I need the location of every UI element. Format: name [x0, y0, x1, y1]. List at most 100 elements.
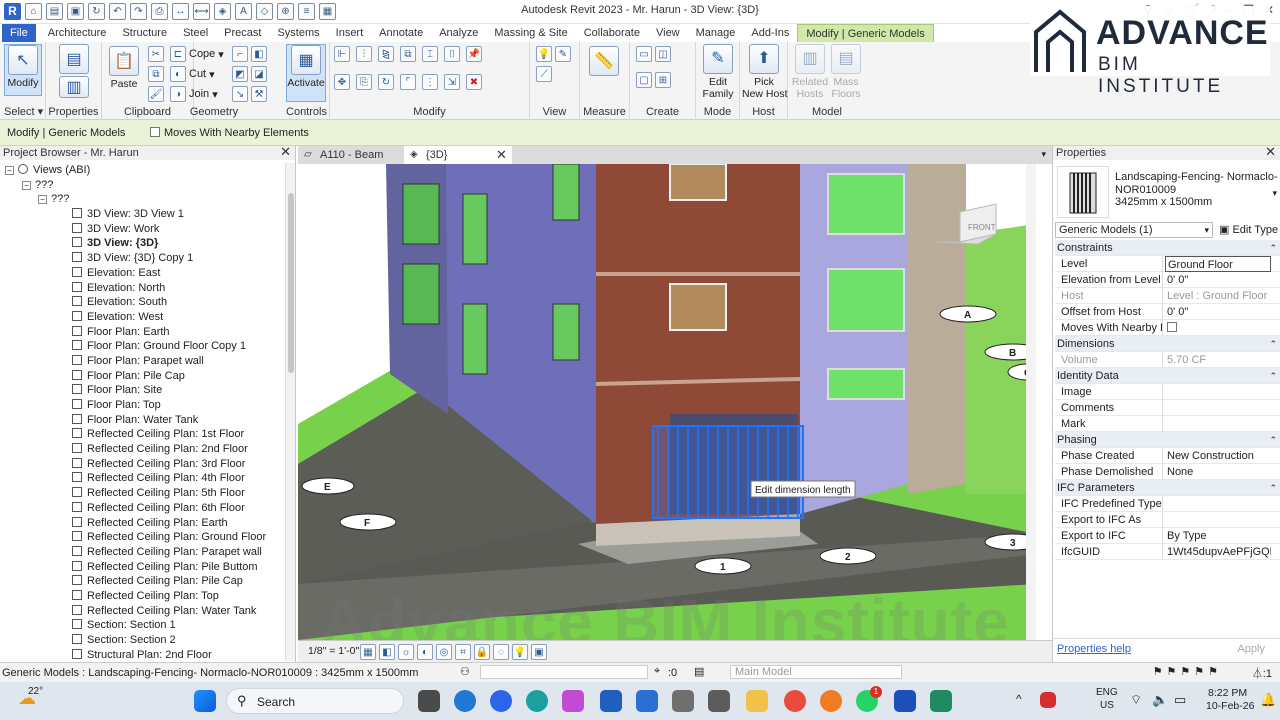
- cope-button[interactable]: ⊏ Cope ▾: [170, 46, 224, 62]
- view-tab-3d[interactable]: ◈ {3D} ✕: [404, 146, 512, 164]
- language-2[interactable]: US: [1100, 700, 1114, 711]
- tree-view-item[interactable]: Floor Plan: Parapet wall: [0, 354, 286, 369]
- move-icon[interactable]: ✥: [334, 74, 350, 90]
- tree-view-item[interactable]: Reflected Ceiling Plan: 2nd Floor: [0, 442, 286, 457]
- clock-time[interactable]: 8:22 PM: [1208, 687, 1247, 699]
- workset-dropdown[interactable]: [480, 665, 648, 679]
- tree-view-item[interactable]: Floor Plan: Site: [0, 383, 286, 398]
- chrome-icon[interactable]: [784, 690, 806, 712]
- selection-filter-icons[interactable]: ⚑⚑⚑⚑⚑: [1153, 665, 1222, 678]
- 3d-viewport[interactable]: FRONT A B C E F 1 2 3 Edit dimension len…: [298, 164, 1036, 640]
- tree-view-item[interactable]: Reflected Ceiling Plan: 4th Floor: [0, 471, 286, 486]
- detail-level-icon[interactable]: ▦: [360, 644, 376, 660]
- pin-icon[interactable]: 📌: [466, 46, 482, 62]
- ifc-export-value[interactable]: By Type: [1165, 528, 1271, 544]
- mirror-axis-icon[interactable]: ⧎: [378, 46, 394, 62]
- tree-view-item[interactable]: Floor Plan: Ground Floor Copy 1: [0, 339, 286, 354]
- tree-view-item[interactable]: Elevation: East: [0, 266, 286, 281]
- check-app-icon[interactable]: [490, 690, 512, 712]
- copy-to-clipboard-button[interactable]: ⧉: [148, 66, 164, 82]
- tree-group-2[interactable]: −???: [0, 192, 286, 207]
- shadows-icon[interactable]: ◐: [417, 644, 433, 660]
- trim-icon[interactable]: ⌜: [400, 74, 416, 90]
- measure-button[interactable]: 📏: [588, 46, 620, 78]
- group-constraints[interactable]: Constraints ⌃: [1055, 240, 1280, 256]
- tab-structure[interactable]: Structure: [114, 24, 175, 42]
- tree-view-item[interactable]: Reflected Ceiling Plan: Pile Cap: [0, 574, 286, 589]
- filter-icon[interactable]: ⏃:1: [1252, 665, 1272, 681]
- delete-icon[interactable]: ✖: [466, 74, 482, 90]
- phase-created-value[interactable]: New Construction: [1165, 448, 1271, 464]
- hide-icon[interactable]: ◌: [493, 644, 509, 660]
- tray-app-icon[interactable]: [1040, 692, 1056, 708]
- type-dropdown-icon[interactable]: ▾: [1272, 188, 1277, 199]
- task-view-icon[interactable]: [418, 690, 440, 712]
- tabs-menu-icon[interactable]: ▾: [1041, 149, 1046, 160]
- selected-fence[interactable]: [652, 425, 804, 519]
- bulb-icon[interactable]: 💡: [536, 46, 552, 62]
- tree-view-item[interactable]: Floor Plan: Earth: [0, 325, 286, 340]
- notifications-icon[interactable]: 🔔: [1260, 692, 1276, 708]
- tab-add-ins[interactable]: Add-Ins: [743, 24, 797, 42]
- rotate-icon[interactable]: ↻: [378, 74, 394, 90]
- close-tab-icon[interactable]: ✕: [496, 146, 507, 164]
- render-icon[interactable]: ◎: [436, 644, 452, 660]
- lock-view-icon[interactable]: 🔒: [474, 644, 490, 660]
- start-icon[interactable]: [194, 690, 216, 712]
- pick-new-host-button[interactable]: ⬆ Pick New Host: [742, 44, 788, 100]
- ifc-type-value[interactable]: [1165, 496, 1271, 512]
- tree-view-item[interactable]: Elevation: South: [0, 295, 286, 310]
- prop-offset[interactable]: Offset from Host 0' 0": [1055, 304, 1280, 320]
- split-icon[interactable]: ⌶: [422, 46, 438, 62]
- tree-view-item[interactable]: 3D View: 3D View 1: [0, 207, 286, 222]
- edit-family-button[interactable]: ✎ Edit Family: [700, 44, 736, 100]
- prop-phase-created[interactable]: Phase Created New Construction: [1055, 448, 1280, 464]
- edge-icon[interactable]: [526, 690, 548, 712]
- tab-architecture[interactable]: Architecture: [40, 24, 115, 42]
- tree-view-item[interactable]: Reflected Ceiling Plan: Ground Floor: [0, 530, 286, 545]
- offset-value[interactable]: 0' 0": [1165, 304, 1271, 320]
- checkbox-box[interactable]: [1167, 322, 1177, 332]
- collapse-group-icon[interactable]: ⌃: [1269, 480, 1277, 496]
- reveal-icon[interactable]: 💡: [512, 644, 528, 660]
- group-identity[interactable]: Identity Data ⌃: [1055, 368, 1280, 384]
- group-ifc[interactable]: IFC Parameters ⌃: [1055, 480, 1280, 496]
- level-value[interactable]: Ground Floor: [1165, 256, 1271, 272]
- tab-manage[interactable]: Manage: [688, 24, 744, 42]
- tree-view-item[interactable]: Reflected Ceiling Plan: 3rd Floor: [0, 457, 286, 472]
- design-option-dropdown[interactable]: Main Model: [730, 665, 902, 679]
- type-properties-button[interactable]: ▤: [58, 44, 90, 76]
- view-tab-a110-beam[interactable]: ▱ A110 - Beam: [298, 146, 404, 164]
- panel-select-label[interactable]: Select ▾: [4, 105, 49, 118]
- prop-image[interactable]: Image: [1055, 384, 1280, 400]
- create-similar-icon[interactable]: ⊞: [655, 72, 671, 88]
- analysis-icon[interactable]: ▣: [531, 644, 547, 660]
- crop-icon[interactable]: ⌗: [455, 644, 471, 660]
- tree-view-item[interactable]: Reflected Ceiling Plan: Pile Buttom: [0, 560, 286, 575]
- tree-view-item[interactable]: 3D View: {3D} Copy 1: [0, 251, 286, 266]
- file-explorer-icon[interactable]: [746, 690, 768, 712]
- search-box[interactable]: ⚲ Search: [226, 688, 404, 714]
- instance-properties-button[interactable]: ▥: [58, 76, 90, 100]
- instance-filter-dropdown[interactable]: Generic Models (1) ▾: [1055, 222, 1213, 238]
- ifc-guid-value[interactable]: 1Wt45dupvAePFjGQh...: [1165, 544, 1271, 560]
- comments-value[interactable]: [1165, 400, 1271, 416]
- tab-precast[interactable]: Precast: [216, 24, 269, 42]
- sun-path-icon[interactable]: ☼: [398, 644, 414, 660]
- terminal-icon[interactable]: [930, 690, 952, 712]
- tab-collaborate[interactable]: Collaborate: [576, 24, 648, 42]
- tree-view-item[interactable]: Elevation: North: [0, 281, 286, 296]
- tree-view-item[interactable]: Section: Section 2: [0, 633, 286, 648]
- related-hosts-button[interactable]: ▥ Related Hosts: [790, 44, 830, 100]
- tree-view-item[interactable]: Floor Plan: Top: [0, 398, 286, 413]
- modify-button[interactable]: ↖ Modify: [4, 44, 42, 96]
- copilot-icon[interactable]: [562, 690, 584, 712]
- tab-annotate[interactable]: Annotate: [371, 24, 431, 42]
- firefox-icon[interactable]: [820, 690, 842, 712]
- tab-view[interactable]: View: [648, 24, 688, 42]
- tree-view-item[interactable]: 3D View: Work: [0, 222, 286, 237]
- viewport-scrollbar[interactable]: [1026, 164, 1036, 640]
- language-1[interactable]: ENG: [1096, 687, 1118, 698]
- prop-comments[interactable]: Comments: [1055, 400, 1280, 416]
- mark-value[interactable]: [1165, 416, 1271, 432]
